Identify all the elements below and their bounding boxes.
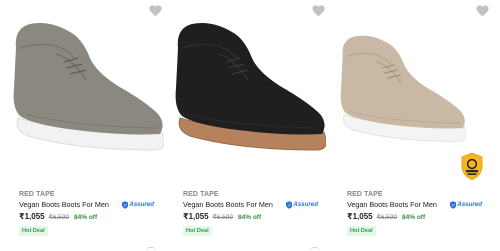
discount: 84% off: [74, 214, 98, 221]
divider: [146, 247, 156, 251]
product-brand: RED TAPE: [19, 191, 55, 198]
product-grid: RED TAPE Vegan Boots Boots For Men Assur…: [0, 0, 500, 251]
assured-badge: Assured: [122, 199, 154, 210]
assured-label: Assured: [293, 201, 318, 208]
mrp: ₹6,599: [48, 214, 69, 221]
product-title[interactable]: Vegan Boots Boots For Men: [347, 200, 437, 209]
price-row: ₹1,055 ₹6,599 84% off: [183, 212, 261, 221]
product-card[interactable]: RED TAPE Vegan Boots Boots For Men Assur…: [164, 0, 328, 251]
product-title[interactable]: Vegan Boots Boots For Men: [183, 200, 273, 209]
product-brand: RED TAPE: [183, 191, 219, 198]
hot-deal-tag: Hot Deal: [183, 226, 212, 236]
heart-icon[interactable]: [476, 5, 489, 17]
product-card[interactable]: RED TAPE Vegan Boots Boots For Men Assur…: [328, 0, 500, 251]
product-image[interactable]: [336, 30, 466, 148]
assured-badge: Assured: [450, 199, 482, 210]
divider: [310, 247, 320, 251]
shield-icon: [286, 200, 293, 209]
product-title[interactable]: Vegan Boots Boots For Men: [19, 200, 109, 209]
mrp: ₹6,599: [212, 214, 233, 221]
product-card[interactable]: RED TAPE Vegan Boots Boots For Men Assur…: [0, 0, 164, 251]
heart-icon[interactable]: [312, 5, 325, 17]
product-image[interactable]: [170, 18, 326, 156]
price-row: ₹1,055 ₹6,599 84% off: [19, 212, 97, 221]
product-image[interactable]: [8, 18, 164, 156]
hot-deal-tag: Hot Deal: [19, 226, 48, 236]
price: ₹1,055: [183, 212, 209, 221]
shield-icon: [450, 200, 457, 209]
heart-icon[interactable]: [149, 5, 162, 17]
price-row: ₹1,055 ₹6,599 84% off: [347, 212, 425, 221]
assured-badge: Assured: [286, 199, 318, 210]
product-brand: RED TAPE: [347, 191, 383, 198]
assured-label: Assured: [129, 201, 154, 208]
price: ₹1,055: [347, 212, 373, 221]
shield-icon: [122, 200, 129, 209]
assured-label: Assured: [457, 201, 482, 208]
hot-deal-tag: Hot Deal: [347, 226, 376, 236]
price: ₹1,055: [19, 212, 45, 221]
discount: 84% off: [238, 214, 262, 221]
mrp: ₹6,599: [376, 214, 397, 221]
discount: 84% off: [402, 214, 426, 221]
award-badge-icon: [460, 153, 484, 180]
